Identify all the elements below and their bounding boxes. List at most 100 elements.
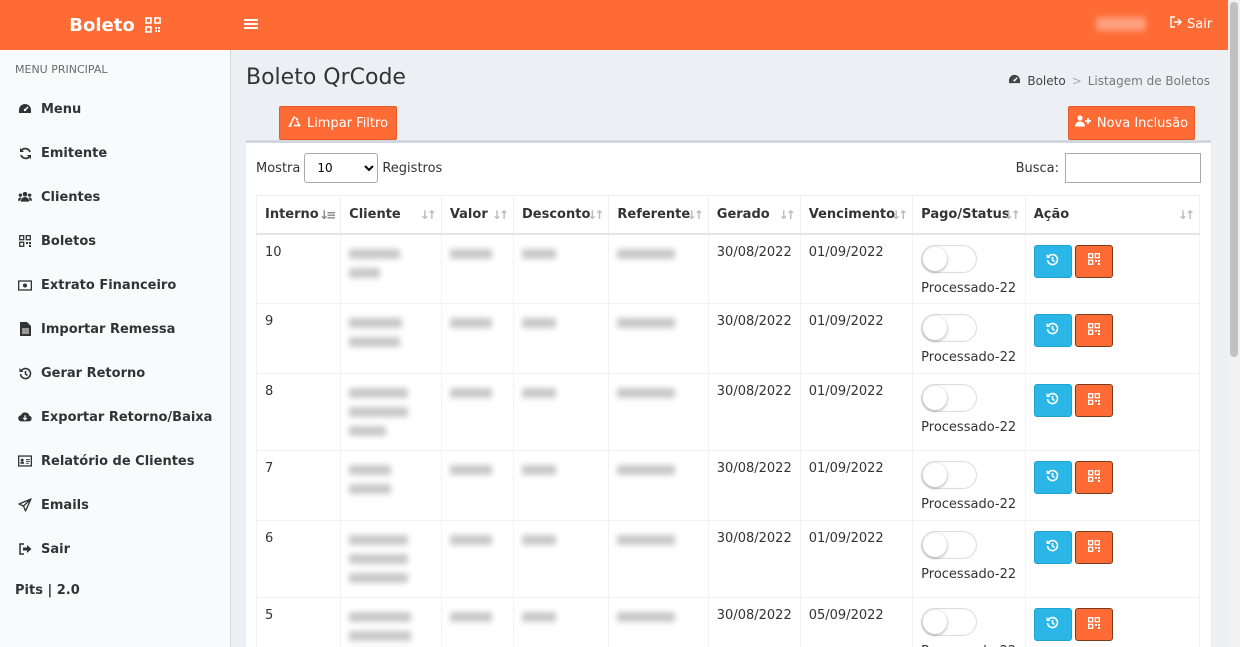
column-header-vencimento[interactable]: Vencimento ↓↑ — [799, 195, 914, 235]
sidebar-item-gerar-retorno[interactable]: Gerar Retorno — [0, 351, 230, 395]
history-icon — [1046, 322, 1059, 339]
table-row: 7 30/08/2022 01/09/2022 Processado-22 — [255, 450, 1201, 521]
paid-toggle[interactable] — [921, 314, 978, 342]
scrollbar-thumb[interactable] — [1230, 2, 1238, 357]
cell-acao — [1024, 520, 1201, 598]
search-control: Busca: — [1016, 153, 1201, 183]
cell-cliente-hidden — [340, 373, 442, 451]
paid-toggle[interactable] — [921, 608, 978, 636]
cell-pago-status: Processado-22 — [912, 303, 1026, 374]
sign-out-icon — [1170, 16, 1182, 32]
reprocess-button[interactable] — [1033, 608, 1072, 641]
money-icon — [18, 278, 32, 292]
search-input[interactable] — [1065, 153, 1201, 183]
sidebar-item-menu[interactable]: Menu — [0, 87, 230, 131]
refresh-icon — [18, 146, 32, 160]
brand-logo[interactable]: Boleto — [0, 0, 230, 50]
cell-acao — [1024, 233, 1201, 304]
sidebar-item-clientes[interactable]: Clientes — [0, 175, 230, 219]
sidebar-toggle-icon[interactable] — [244, 17, 258, 33]
cell-valor-hidden — [440, 373, 515, 451]
cell-acao — [1024, 597, 1201, 647]
view-qrcode-button[interactable] — [1074, 608, 1113, 641]
cell-cliente-hidden — [340, 233, 442, 304]
sort-icon: ↓↑ — [587, 208, 604, 222]
view-qrcode-button[interactable] — [1074, 531, 1113, 564]
sort-icon: ↓↑ — [778, 208, 796, 222]
sidebar-item-importar-remessa[interactable]: Importar Remessa — [0, 307, 230, 351]
sidebar: MENU PRINCIPAL Menu Emitente Clientes Bo… — [0, 50, 231, 647]
cell-gerado: 30/08/2022 — [707, 520, 801, 598]
cell-interno: 5 — [255, 597, 342, 647]
main-content: Boleto QrCode Boleto > Listagem de Bolet… — [231, 50, 1240, 647]
sidebar-item-boletos[interactable]: Boletos — [0, 219, 230, 263]
column-header-desconto[interactable]: Desconto ↓↑ — [512, 195, 610, 235]
reprocess-button[interactable] — [1033, 314, 1072, 347]
cell-referente-hidden — [608, 597, 709, 647]
sidebar-item-emitente[interactable]: Emitente — [0, 131, 230, 175]
qrcode-icon — [1087, 392, 1100, 409]
history-icon — [1046, 253, 1059, 270]
paid-toggle[interactable] — [921, 384, 978, 412]
column-header-referente[interactable]: Referente ↓↑ — [608, 195, 709, 235]
cell-referente-hidden — [608, 233, 709, 304]
table-row: 5 30/08/2022 05/09/2022 Processado-22 — [255, 597, 1201, 647]
sidebar-item-sair[interactable]: Sair — [0, 527, 230, 571]
new-entry-button[interactable]: Nova Inclusão — [1068, 106, 1195, 140]
breadcrumb-home[interactable]: Boleto — [1027, 74, 1065, 88]
cell-valor-hidden — [440, 450, 515, 521]
view-qrcode-button[interactable] — [1074, 461, 1113, 494]
user-plus-icon — [1074, 115, 1091, 131]
clear-filter-button[interactable]: Limpar Filtro — [279, 106, 397, 140]
paid-toggle[interactable] — [921, 531, 978, 559]
reprocess-button[interactable] — [1033, 531, 1072, 564]
logout-label: Sair — [1187, 16, 1213, 32]
reprocess-button[interactable] — [1033, 384, 1072, 417]
cell-acao — [1024, 373, 1201, 451]
app-version: Pits | 2.0 — [15, 583, 80, 598]
cell-desconto-hidden — [512, 520, 610, 598]
top-navbar: Boleto Sair — [0, 0, 1240, 50]
cell-gerado: 30/08/2022 — [707, 597, 801, 647]
sort-icon: ↓↑ — [1177, 208, 1195, 222]
column-header-cliente[interactable]: Cliente ↓↑ — [340, 195, 442, 235]
qrcode-icon — [144, 17, 161, 33]
column-header-acao[interactable]: Ação ↓↑ — [1024, 195, 1201, 235]
view-qrcode-button[interactable] — [1074, 244, 1113, 278]
view-qrcode-button[interactable] — [1074, 314, 1113, 347]
page-length-select[interactable]: 10 — [304, 153, 379, 183]
qrcode-icon — [1087, 253, 1100, 269]
sort-icon: ↓↑ — [1003, 208, 1021, 222]
cell-referente-hidden — [608, 450, 709, 521]
cell-valor-hidden — [440, 520, 515, 598]
page-length-control: Mostra 10 Registros — [256, 153, 442, 183]
history-icon — [1046, 469, 1059, 486]
cell-referente-hidden — [608, 520, 709, 598]
boletos-table: Interno ↓≡ Cliente ↓↑ Valor ↓↑ Desconto ↓↑ R… — [255, 195, 1201, 647]
logout-button[interactable]: Sair — [1170, 16, 1212, 32]
table-header-row: Interno ↓≡ Cliente ↓↑ Valor ↓↑ Desconto ↓↑ R… — [255, 195, 1201, 235]
qrcode-icon — [1087, 616, 1100, 633]
reprocess-button[interactable] — [1033, 461, 1072, 494]
sidebar-item-relatorio-clientes[interactable]: Relatório de Clientes — [0, 439, 230, 483]
paid-toggle[interactable] — [921, 244, 978, 273]
sidebar-item-exportar-retorno[interactable]: Exportar Retorno/Baixa — [0, 395, 230, 439]
view-qrcode-button[interactable] — [1074, 384, 1113, 417]
history-icon — [1046, 392, 1059, 409]
id-card-icon — [18, 454, 32, 468]
column-header-pago-status[interactable]: Pago/Status ↓↑ — [912, 195, 1026, 235]
reprocess-button[interactable] — [1033, 244, 1072, 278]
user-name-hidden[interactable] — [1096, 17, 1146, 31]
sidebar-item-extrato-financeiro[interactable]: Extrato Financeiro — [0, 263, 230, 307]
sort-icon: ↓↑ — [419, 208, 437, 222]
sidebar-item-emails[interactable]: Emails — [0, 483, 230, 527]
table-row: 9 30/08/2022 01/09/2022 Processado-22 — [255, 303, 1201, 374]
history-icon — [1046, 616, 1059, 633]
column-header-interno[interactable]: Interno ↓≡ — [255, 195, 342, 235]
column-header-valor[interactable]: Valor ↓↑ — [440, 195, 515, 235]
page-scrollbar[interactable] — [1228, 0, 1240, 647]
cell-acao — [1024, 450, 1201, 521]
paid-toggle[interactable] — [921, 461, 978, 489]
cell-gerado: 30/08/2022 — [707, 303, 801, 374]
column-header-gerado[interactable]: Gerado ↓↑ — [707, 195, 801, 235]
